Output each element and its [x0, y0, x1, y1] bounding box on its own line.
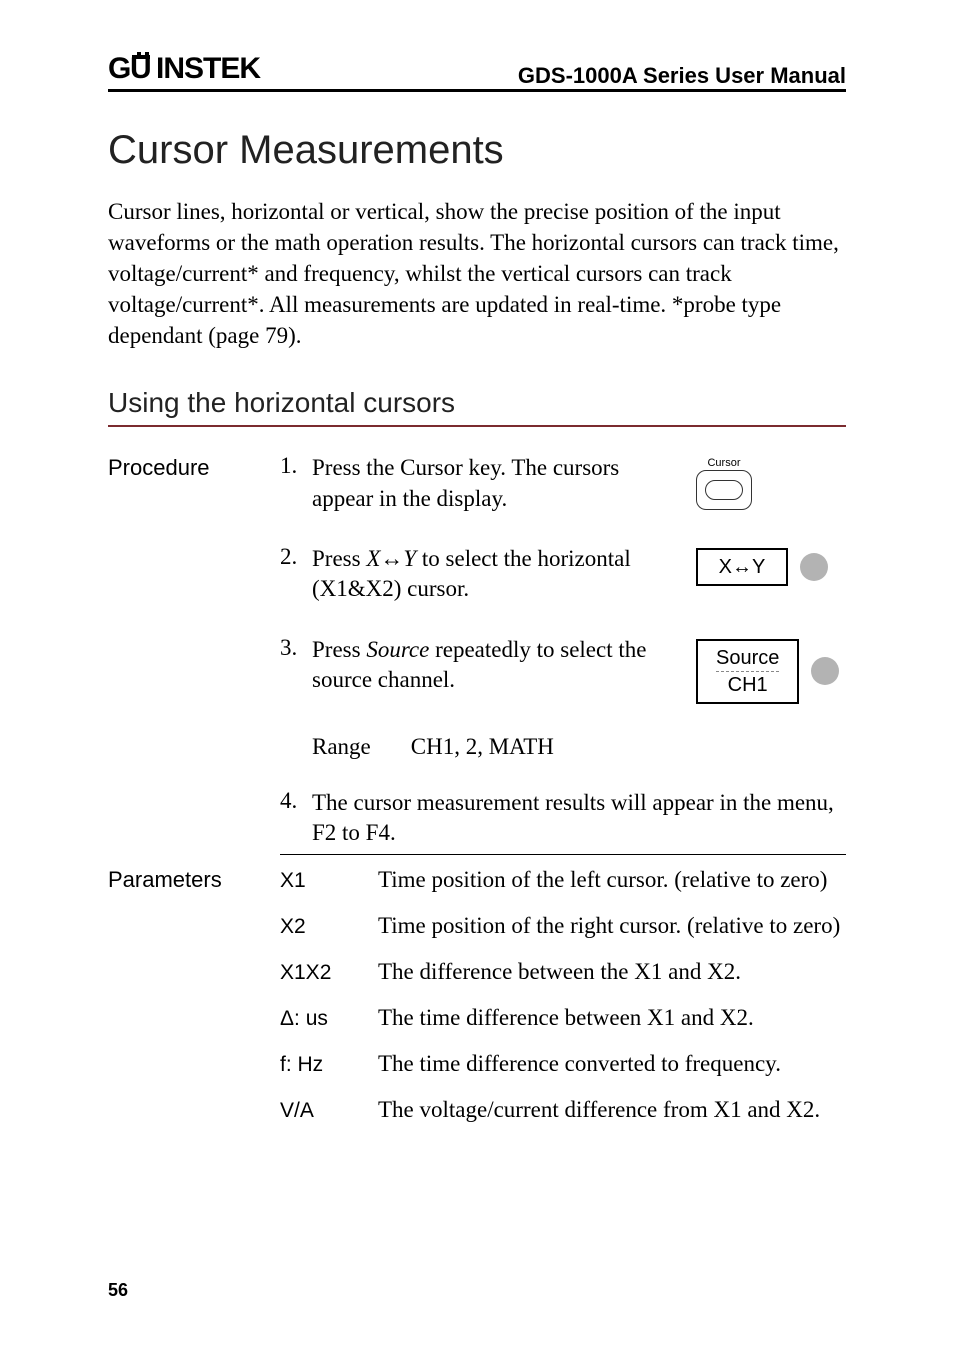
range-row: Range CH1, 2, MATH: [312, 734, 846, 760]
step-number: 4.: [280, 788, 302, 814]
brand-logo: G U INSTEK: [108, 52, 288, 89]
manual-title: GDS-1000A Series User Manual: [518, 63, 846, 89]
parameter-row: X1X2 The difference between the X1 and X…: [280, 957, 846, 987]
parameters-label: Parameters: [108, 865, 268, 1140]
procedure-step-4: 4. The cursor measurement results will a…: [280, 788, 846, 849]
parameter-label: V/A: [280, 1095, 366, 1125]
step-number: 3.: [280, 635, 302, 661]
svg-text:INSTEK: INSTEK: [156, 52, 261, 84]
page-number: 56: [108, 1280, 128, 1301]
parameter-label: X1X2: [280, 957, 366, 987]
subsection-title: Using the horizontal cursors: [108, 387, 846, 427]
section-intro: Cursor lines, horizontal or vertical, sh…: [108, 196, 846, 351]
parameters-list: X1 Time position of the left cursor. (re…: [280, 865, 846, 1140]
softbutton-graphic: Source CH1: [696, 635, 846, 704]
parameter-desc: Time position of the right cursor. (rela…: [378, 911, 846, 941]
cursor-key-label: Cursor: [707, 457, 740, 469]
section-title: Cursor Measurements: [108, 128, 846, 173]
procedure-step-3: 3. Press Source repeatedly to select the…: [280, 635, 846, 704]
parameter-row: V/A The voltage/current difference from …: [280, 1095, 846, 1125]
knob-icon: [800, 553, 828, 581]
parameter-row: f: Hz The time difference converted to f…: [280, 1049, 846, 1079]
parameter-label: Δ: us: [280, 1003, 366, 1033]
parameter-row: X1 Time position of the left cursor. (re…: [280, 865, 846, 895]
parameter-label: X1: [280, 865, 366, 895]
range-label: Range: [312, 734, 371, 760]
parameter-desc: The voltage/current difference from X1 a…: [378, 1095, 846, 1125]
xy-softbutton: X↔Y: [696, 548, 788, 586]
procedure-step-2: 2. Press X↔Y to select the horizontal (X…: [280, 544, 846, 605]
parameter-label: f: Hz: [280, 1049, 366, 1079]
parameter-label: X2: [280, 911, 366, 941]
parameter-desc: Time position of the left cursor. (relat…: [378, 865, 846, 895]
step-number: 1.: [280, 453, 302, 479]
step-text: Press X↔Y to select the horizontal (X1&X…: [312, 544, 686, 605]
parameter-desc: The time difference between X1 and X2.: [378, 1003, 846, 1033]
source-softbutton: Source CH1: [696, 639, 799, 704]
svg-text:G: G: [108, 52, 130, 84]
knob-icon: [811, 657, 839, 685]
step-number: 2.: [280, 544, 302, 570]
procedure-steps: 1. Press the Cursor key. The cursors app…: [280, 453, 846, 865]
step-text: Press the Cursor key. The cursors appear…: [312, 453, 686, 514]
cursor-key-icon: [696, 470, 752, 510]
parameter-desc: The time difference converted to frequen…: [378, 1049, 846, 1079]
page-header: G U INSTEK GDS-1000A Series User Manual: [108, 52, 846, 92]
softbutton-graphic: X↔Y: [696, 544, 846, 586]
divider: [280, 854, 846, 855]
procedure-step-1: 1. Press the Cursor key. The cursors app…: [280, 453, 846, 514]
parameter-desc: The difference between the X1 and X2.: [378, 957, 846, 987]
cursor-key-graphic: Cursor: [696, 453, 846, 510]
procedure-label: Procedure: [108, 453, 268, 865]
range-value: CH1, 2, MATH: [411, 734, 554, 760]
step-text: The cursor measurement results will appe…: [312, 788, 846, 849]
parameter-row: X2 Time position of the right cursor. (r…: [280, 911, 846, 941]
parameter-row: Δ: us The time difference between X1 and…: [280, 1003, 846, 1033]
step-text: Press Source repeatedly to select the so…: [312, 635, 686, 696]
